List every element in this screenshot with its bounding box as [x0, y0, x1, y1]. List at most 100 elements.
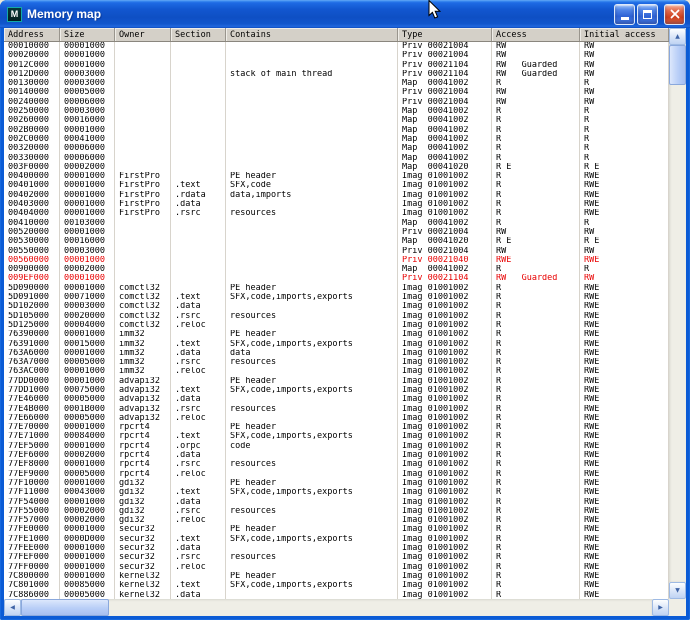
vertical-scroll-thumb[interactable]: [669, 45, 686, 85]
app-icon[interactable]: M: [7, 7, 22, 22]
memory-row-77E71000[interactable]: 77E7100000084000rpcrt4.textSFX,code,impo…: [4, 432, 669, 441]
memory-row-00403000[interactable]: 0040300000001000FirstPro.dataImag 010010…: [4, 200, 669, 209]
horizontal-scroll-track[interactable]: [21, 599, 652, 616]
memory-row-77FE1000[interactable]: 77FE10000000D000secur32.textSFX,code,imp…: [4, 535, 669, 544]
memory-row-7C800000[interactable]: 7C80000000001000kernel32PE headerImag 01…: [4, 572, 669, 581]
memory-row-77FEE000[interactable]: 77FEE00000001000secur32.dataImag 0100100…: [4, 544, 669, 553]
memory-row-77FF0000[interactable]: 77FF000000001000secur32.relocImag 010010…: [4, 563, 669, 572]
memory-row-00130000[interactable]: 0013000000003000Map 00041002RR: [4, 79, 669, 88]
titlebar[interactable]: M Memory map: [0, 0, 690, 28]
memory-row-77EF6000[interactable]: 77EF600000002000rpcrt4.dataImag 01001002…: [4, 451, 669, 460]
memory-row-5D102000[interactable]: 5D10200000003000comctl32.dataImag 010010…: [4, 302, 669, 311]
scroll-down-button[interactable]: ▼: [669, 582, 686, 599]
close-button[interactable]: [664, 4, 685, 25]
cell-type: Imag 01001002: [398, 507, 492, 516]
column-header-section[interactable]: Section: [171, 28, 226, 41]
memory-row-00410000[interactable]: 0041000000103000Map 00041002RR: [4, 219, 669, 228]
column-header-access[interactable]: Access: [492, 28, 580, 41]
memory-row-00330000[interactable]: 0033000000006000Map 00041002RR: [4, 154, 669, 163]
memory-row-77FEF000[interactable]: 77FEF00000001000secur32.rsrcresourcesIma…: [4, 553, 669, 562]
memory-row-00260000[interactable]: 0026000000016000Map 00041002RR: [4, 116, 669, 125]
scroll-right-button[interactable]: ▶: [652, 599, 669, 616]
memory-row-00320000[interactable]: 0032000000006000Map 00041002RR: [4, 144, 669, 153]
memory-row-00530000[interactable]: 0053000000016000Map 00041020R ER E: [4, 237, 669, 246]
scroll-left-button[interactable]: ◀: [4, 599, 21, 616]
cell-type: Imag 01001002: [398, 405, 492, 414]
memory-row-77E46000[interactable]: 77E4600000005000advapi32.dataImag 010010…: [4, 395, 669, 404]
memory-row-77DD0000[interactable]: 77DD000000001000advapi32PE headerImag 01…: [4, 377, 669, 386]
cell-owner: [115, 51, 171, 60]
memory-row-77F55000[interactable]: 77F5500000002000gdi32.rsrcresourcesImag …: [4, 507, 669, 516]
cell-access: RW Guarded: [492, 61, 580, 70]
column-header-initial-access[interactable]: Initial access: [580, 28, 669, 41]
memory-row-77F10000[interactable]: 77F1000000001000gdi32PE headerImag 01001…: [4, 479, 669, 488]
memory-row-76391000[interactable]: 7639100000015000imm32.textSFX,code,impor…: [4, 340, 669, 349]
cell-size: 00001000: [60, 42, 115, 51]
memory-row-5D125000[interactable]: 5D12500000004000comctl32.relocImag 01001…: [4, 321, 669, 330]
memory-row-00520000[interactable]: 0052000000001000Priv 00021004RWRW: [4, 228, 669, 237]
cell-address: 00250000: [4, 107, 60, 116]
vertical-scroll-track[interactable]: [669, 45, 686, 582]
column-header-contains[interactable]: Contains: [226, 28, 398, 41]
memory-row-5D090000[interactable]: 5D09000000001000comctl32PE headerImag 01…: [4, 284, 669, 293]
memory-row-00404000[interactable]: 0040400000001000FirstPro.rsrcresourcesIm…: [4, 209, 669, 218]
memory-row-77F57000[interactable]: 77F5700000002000gdi32.relocImag 01001002…: [4, 516, 669, 525]
scroll-up-button[interactable]: ▲: [669, 28, 686, 45]
vertical-scrollbar[interactable]: ▲ ▼: [669, 28, 686, 599]
memory-row-763AC000[interactable]: 763AC00000001000imm32.relocImag 01001002…: [4, 367, 669, 376]
memory-row-77E66000[interactable]: 77E6600000005000advapi32.relocImag 01001…: [4, 414, 669, 423]
memory-row-763A7000[interactable]: 763A700000005000imm32.rsrcresourcesImag …: [4, 358, 669, 367]
minimize-button[interactable]: [614, 4, 635, 25]
cell-type: Imag 01001002: [398, 293, 492, 302]
memory-row-77F54000[interactable]: 77F5400000001000gdi32.dataImag 01001002R…: [4, 498, 669, 507]
memory-row-00560000[interactable]: 0056000000001000Priv 00021040RWERWE: [4, 256, 669, 265]
memory-row-763A6000[interactable]: 763A600000001000imm32.datadataImag 01001…: [4, 349, 669, 358]
horizontal-scroll-thumb[interactable]: [21, 599, 109, 616]
cell-size: 00020000: [60, 312, 115, 321]
memory-row-77EF9000[interactable]: 77EF900000005000rpcrt4.relocImag 0100100…: [4, 470, 669, 479]
memory-row-77DD1000[interactable]: 77DD100000075000advapi32.textSFX,code,im…: [4, 386, 669, 395]
memory-row-5D105000[interactable]: 5D10500000020000comctl32.rsrcresourcesIm…: [4, 312, 669, 321]
memory-row-003F0000[interactable]: 003F000000002000Map 00041020R ER E: [4, 163, 669, 172]
memory-row-00401000[interactable]: 0040100000001000FirstPro.textSFX,codeIma…: [4, 181, 669, 190]
memory-row-00400000[interactable]: 0040000000001000FirstProPE headerImag 01…: [4, 172, 669, 181]
memory-row-77E70000[interactable]: 77E7000000001000rpcrt4PE headerImag 0100…: [4, 423, 669, 432]
memory-row-77EF5000[interactable]: 77EF500000001000rpcrt4.orpccodeImag 0100…: [4, 442, 669, 451]
column-header-owner[interactable]: Owner: [115, 28, 171, 41]
memory-row-7C886000[interactable]: 7C88600000005000kernel32.dataImag 010010…: [4, 591, 669, 599]
horizontal-scrollbar[interactable]: ◀ ▶: [4, 599, 669, 616]
column-header-address[interactable]: Address: [4, 28, 60, 41]
cell-size: 00001000: [60, 349, 115, 358]
memory-row-77F11000[interactable]: 77F1100000043000gdi32.textSFX,code,impor…: [4, 488, 669, 497]
memory-row-77E4B000[interactable]: 77E4B0000001B000advapi32.rsrcresourcesIm…: [4, 405, 669, 414]
memory-row-5D091000[interactable]: 5D09100000071000comctl32.textSFX,code,im…: [4, 293, 669, 302]
memory-row-00020000[interactable]: 0002000000001000Priv 00021004RWRW: [4, 51, 669, 60]
memory-row-00402000[interactable]: 0040200000001000FirstPro.rdatadata,impor…: [4, 191, 669, 200]
column-header-size[interactable]: Size: [60, 28, 115, 41]
memory-row-00900000[interactable]: 0090000000002000Map 00041002RR: [4, 265, 669, 274]
cell-section: [171, 572, 226, 581]
cell-section: .orpc: [171, 442, 226, 451]
cell-size: 00001000: [60, 544, 115, 553]
memory-row-009EF000[interactable]: 009EF00000001000Priv 00021104RW GuardedR…: [4, 274, 669, 283]
maximize-button[interactable]: [637, 4, 658, 25]
memory-row-00140000[interactable]: 0014000000005000Priv 00021004RWRW: [4, 88, 669, 97]
memory-row-00250000[interactable]: 0025000000003000Map 00041002RR: [4, 107, 669, 116]
memory-row-77FE0000[interactable]: 77FE000000001000secur32PE headerImag 010…: [4, 525, 669, 534]
column-header-type[interactable]: Type: [398, 28, 492, 41]
memory-row-002C0000[interactable]: 002C000000041000Map 00041002RR: [4, 135, 669, 144]
memory-row-00240000[interactable]: 0024000000006000Priv 00021004RWRW: [4, 98, 669, 107]
cell-type: Imag 01001002: [398, 377, 492, 386]
memory-row-0012D000[interactable]: 0012D00000003000stack of main threadPriv…: [4, 70, 669, 79]
memory-row-7C801000[interactable]: 7C80100000085000kernel32.textSFX,code,im…: [4, 581, 669, 590]
memory-row-00550000[interactable]: 0055000000003000Priv 00021004RWRW: [4, 247, 669, 256]
memory-row-002B0000[interactable]: 002B000000001000Map 00041002RR: [4, 126, 669, 135]
memory-row-76390000[interactable]: 7639000000001000imm32PE headerImag 01001…: [4, 330, 669, 339]
memory-row-77EF8000[interactable]: 77EF800000001000rpcrt4.rsrcresourcesImag…: [4, 460, 669, 469]
cell-contains: [226, 302, 398, 311]
cell-contains: [226, 321, 398, 330]
cell-access: R: [492, 293, 580, 302]
memory-row-00010000[interactable]: 0001000000001000Priv 00021004RWRW: [4, 42, 669, 51]
memory-row-0012C000[interactable]: 0012C00000001000Priv 00021104RW GuardedR…: [4, 61, 669, 70]
cell-type: Imag 01001002: [398, 386, 492, 395]
